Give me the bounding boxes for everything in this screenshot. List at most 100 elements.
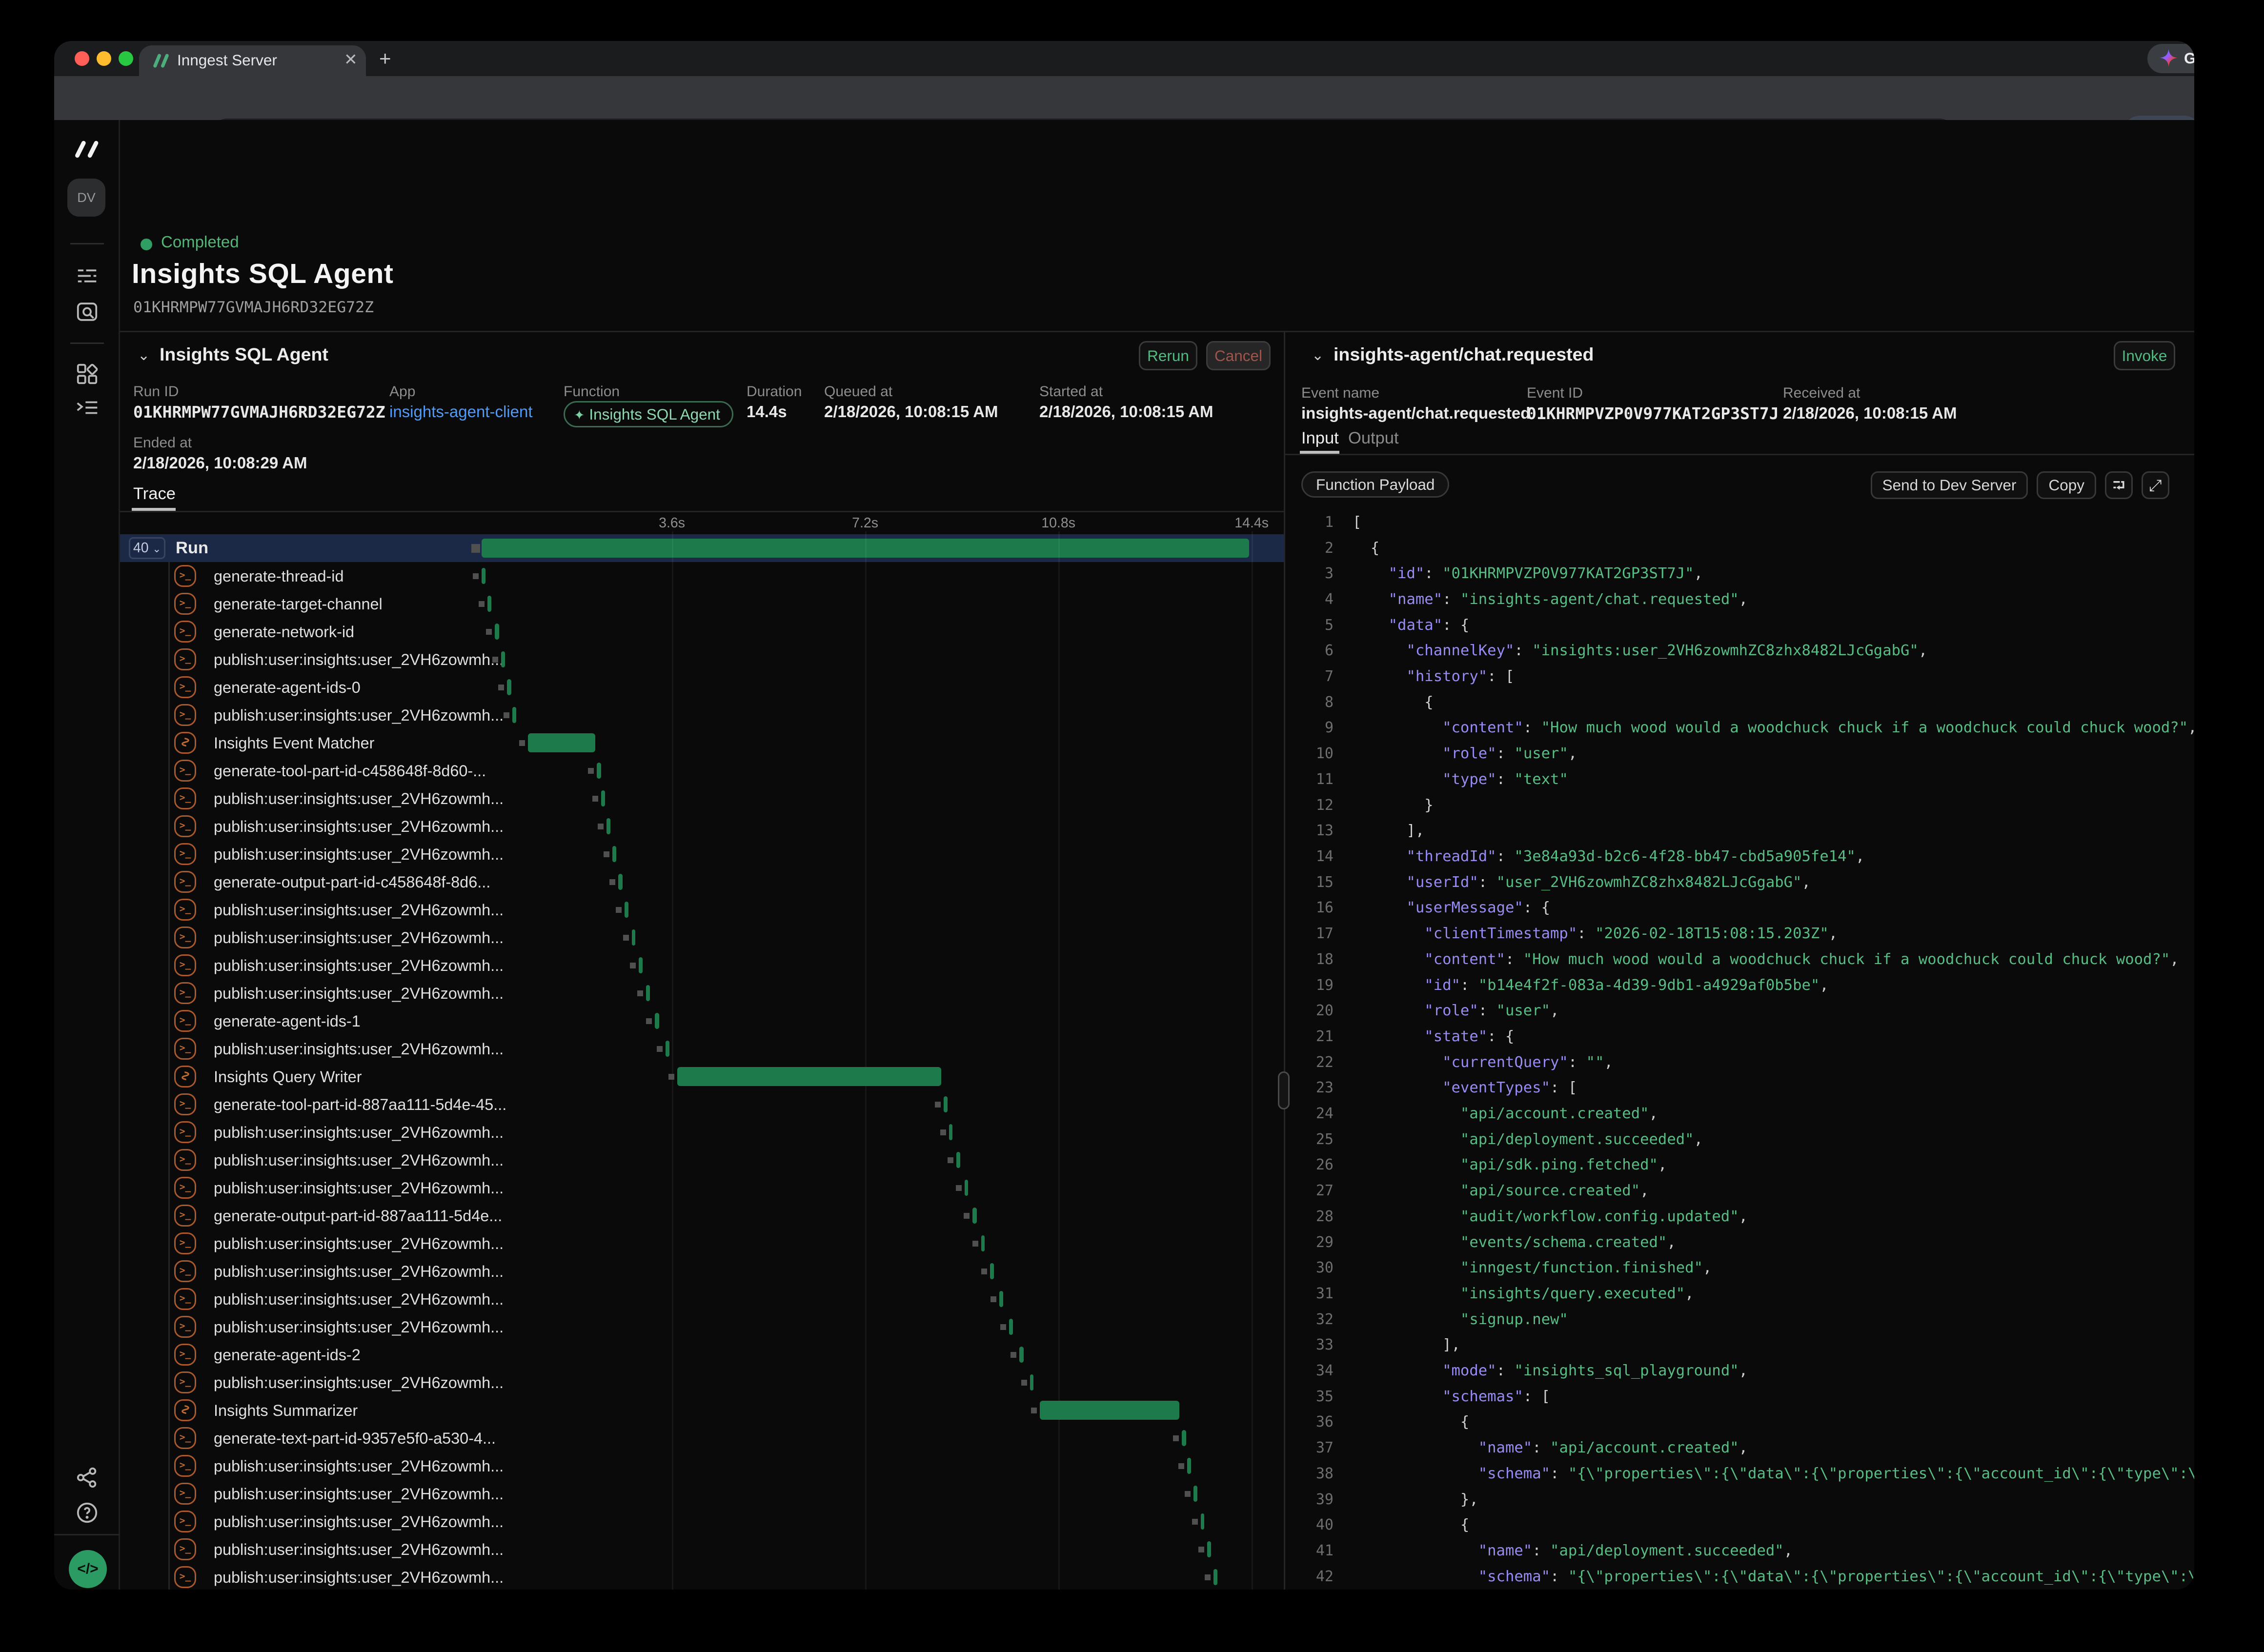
trace-row[interactable]: >_generate-agent-ids-2	[120, 1341, 1284, 1369]
function-pill[interactable]: ✦ Insights SQL Agent	[564, 401, 733, 427]
search-preview-icon[interactable]	[54, 302, 120, 322]
code-button[interactable]: </>	[69, 1550, 107, 1588]
span-bar[interactable]	[512, 707, 516, 723]
span-bar[interactable]	[999, 1291, 1003, 1307]
invoke-button[interactable]: Invoke	[2114, 341, 2175, 370]
trace-row[interactable]: >_publish:user:insights:user_2VH6zowmh..…	[120, 1285, 1284, 1313]
rerun-button[interactable]: Rerun	[1139, 341, 1197, 370]
new-tab-button[interactable]: +	[379, 47, 391, 70]
trace-run-row[interactable]: 40 ⌄ Run	[120, 534, 1284, 562]
span-bar[interactable]	[1213, 1569, 1217, 1585]
span-bar[interactable]	[646, 985, 650, 1001]
trace-row[interactable]: >_publish:user:insights:user_2VH6zowmh..…	[120, 896, 1284, 924]
run-collapse-toggle[interactable]: 40 ⌄	[129, 537, 165, 559]
cancel-button[interactable]: Cancel	[1206, 341, 1271, 370]
trace-row[interactable]: ∿Insights Query Writer	[120, 1063, 1284, 1090]
close-window-button[interactable]	[75, 51, 89, 66]
span-bar[interactable]	[1030, 1374, 1034, 1390]
span-bar[interactable]	[501, 651, 505, 667]
span-bar[interactable]	[981, 1235, 985, 1251]
trace-row[interactable]: >_publish:user:insights:user_2VH6zowmh..…	[120, 1452, 1284, 1480]
copy-button[interactable]: Copy	[2037, 471, 2096, 499]
span-bar[interactable]	[1187, 1458, 1191, 1474]
trace-row[interactable]: >_generate-thread-id	[120, 562, 1284, 590]
span-bar[interactable]	[949, 1124, 953, 1140]
span-bar[interactable]	[482, 568, 486, 584]
function-payload-pill[interactable]: Function Payload	[1301, 471, 1449, 498]
share-icon[interactable]	[54, 1467, 120, 1489]
span-bar[interactable]	[639, 957, 643, 973]
trace-row[interactable]: ∿Insights Summarizer	[120, 1396, 1284, 1424]
trace-row[interactable]: >_publish:user:insights:user_2VH6zowmh..…	[120, 812, 1284, 840]
terminal-list-icon[interactable]	[54, 398, 120, 417]
span-bar[interactable]	[1193, 1486, 1197, 1502]
apps-icon[interactable]	[54, 363, 120, 385]
trace-row[interactable]: >_generate-text-part-id-9357e5f0-a530-4.…	[120, 1424, 1284, 1452]
trace-row[interactable]: >_generate-agent-ids-1	[120, 1007, 1284, 1035]
avatar-dv[interactable]: DV	[67, 179, 105, 217]
span-bar[interactable]	[597, 763, 601, 779]
chevron-down-icon[interactable]: ⌄	[1312, 347, 1324, 364]
browser-tab[interactable]: Inngest Server ✕	[139, 45, 366, 76]
span-bar[interactable]	[601, 790, 605, 806]
trace-row[interactable]: >_publish:user:insights:user_2VH6zowmh..…	[120, 1257, 1284, 1285]
trace-row[interactable]: >_publish:user:insights:user_2VH6zowmh..…	[120, 1369, 1284, 1396]
span-bar[interactable]	[1182, 1430, 1186, 1446]
span-bar[interactable]	[1019, 1347, 1024, 1363]
zoom-window-button[interactable]	[119, 51, 133, 66]
tab-trace[interactable]: Trace	[133, 484, 176, 504]
span-bar[interactable]	[606, 818, 610, 834]
minimize-window-button[interactable]	[97, 51, 111, 66]
span-bar[interactable]	[487, 596, 492, 612]
send-to-dev-server-button[interactable]: Send to Dev Server	[1871, 471, 2028, 499]
chevron-down-icon[interactable]: ⌄	[138, 347, 150, 364]
trace-row[interactable]: >_publish:user:insights:user_2VH6zowmh..…	[120, 645, 1284, 673]
span-bar[interactable]	[677, 1067, 941, 1086]
trace-row[interactable]: >_generate-agent-ids-0	[120, 673, 1284, 701]
span-bar[interactable]	[625, 902, 628, 918]
trace-row[interactable]: >_publish:user:insights:user_2VH6zowmh..…	[120, 785, 1284, 812]
payload-code-viewer[interactable]: 1[2 {3 "id": "01KHRMPVZP0V977KAT2GP3ST7J…	[1285, 509, 2194, 1590]
gemini-pill[interactable]: Gemini	[2147, 44, 2194, 73]
span-bar[interactable]	[1201, 1513, 1205, 1530]
trace-row[interactable]: >_publish:user:insights:user_2VH6zowmh..…	[120, 840, 1284, 868]
help-icon[interactable]	[54, 1502, 120, 1524]
trace-row[interactable]: >_publish:user:insights:user_2VH6zowmh..…	[120, 1313, 1284, 1341]
span-bar[interactable]	[1009, 1319, 1013, 1335]
span-bar[interactable]	[495, 624, 499, 640]
span-bar[interactable]	[944, 1096, 948, 1112]
trace-row[interactable]: >_publish:user:insights:user_2VH6zowmh..…	[120, 1535, 1284, 1563]
trace-row[interactable]: >_publish:user:insights:user_2VH6zowmh..…	[120, 924, 1284, 951]
span-bar[interactable]	[956, 1152, 960, 1168]
span-bar[interactable]	[972, 1208, 977, 1224]
span-bar[interactable]	[632, 929, 636, 946]
span-bar[interactable]	[618, 874, 623, 890]
trace-row[interactable]: >_publish:user:insights:user_2VH6zowmh..…	[120, 1563, 1284, 1590]
trace-row[interactable]: >_publish:user:insights:user_2VH6zowmh..…	[120, 1035, 1284, 1063]
trace-row[interactable]: >_publish:user:insights:user_2VH6zowmh..…	[120, 1118, 1284, 1146]
span-bar[interactable]	[1207, 1541, 1211, 1557]
trace-row[interactable]: ∿Insights Event Matcher	[120, 729, 1284, 757]
span-bar[interactable]	[990, 1263, 994, 1279]
span-bar[interactable]	[655, 1013, 659, 1029]
trace-row[interactable]: >_generate-target-channel	[120, 590, 1284, 618]
trace-row[interactable]: >_publish:user:insights:user_2VH6zowmh..…	[120, 1480, 1284, 1508]
span-bar[interactable]	[666, 1041, 669, 1057]
field-value[interactable]: insights-agent-client	[389, 403, 533, 421]
span-bar[interactable]	[1040, 1401, 1179, 1420]
runs-icon[interactable]	[54, 266, 120, 285]
trace-row[interactable]: >_generate-tool-part-id-c458648f-8d60-..…	[120, 757, 1284, 785]
trace-row[interactable]: >_generate-output-part-id-887aa111-5d4e.…	[120, 1202, 1284, 1229]
trace-row[interactable]: >_publish:user:insights:user_2VH6zowmh..…	[120, 951, 1284, 979]
word-wrap-icon[interactable]: ⮒	[2105, 471, 2133, 499]
trace-row[interactable]: >_generate-network-id	[120, 618, 1284, 645]
span-bar[interactable]	[507, 679, 511, 695]
expand-icon[interactable]: ⤢	[2142, 471, 2169, 499]
span-bar[interactable]	[612, 846, 616, 862]
trace-row[interactable]: >_publish:user:insights:user_2VH6zowmh..…	[120, 1174, 1284, 1202]
tab-input[interactable]: Input	[1301, 429, 1339, 448]
inngest-logo[interactable]	[54, 138, 120, 161]
trace-row[interactable]: >_publish:user:insights:user_2VH6zowmh..…	[120, 701, 1284, 729]
tab-output[interactable]: Output	[1348, 429, 1399, 448]
span-bar[interactable]	[528, 733, 595, 752]
